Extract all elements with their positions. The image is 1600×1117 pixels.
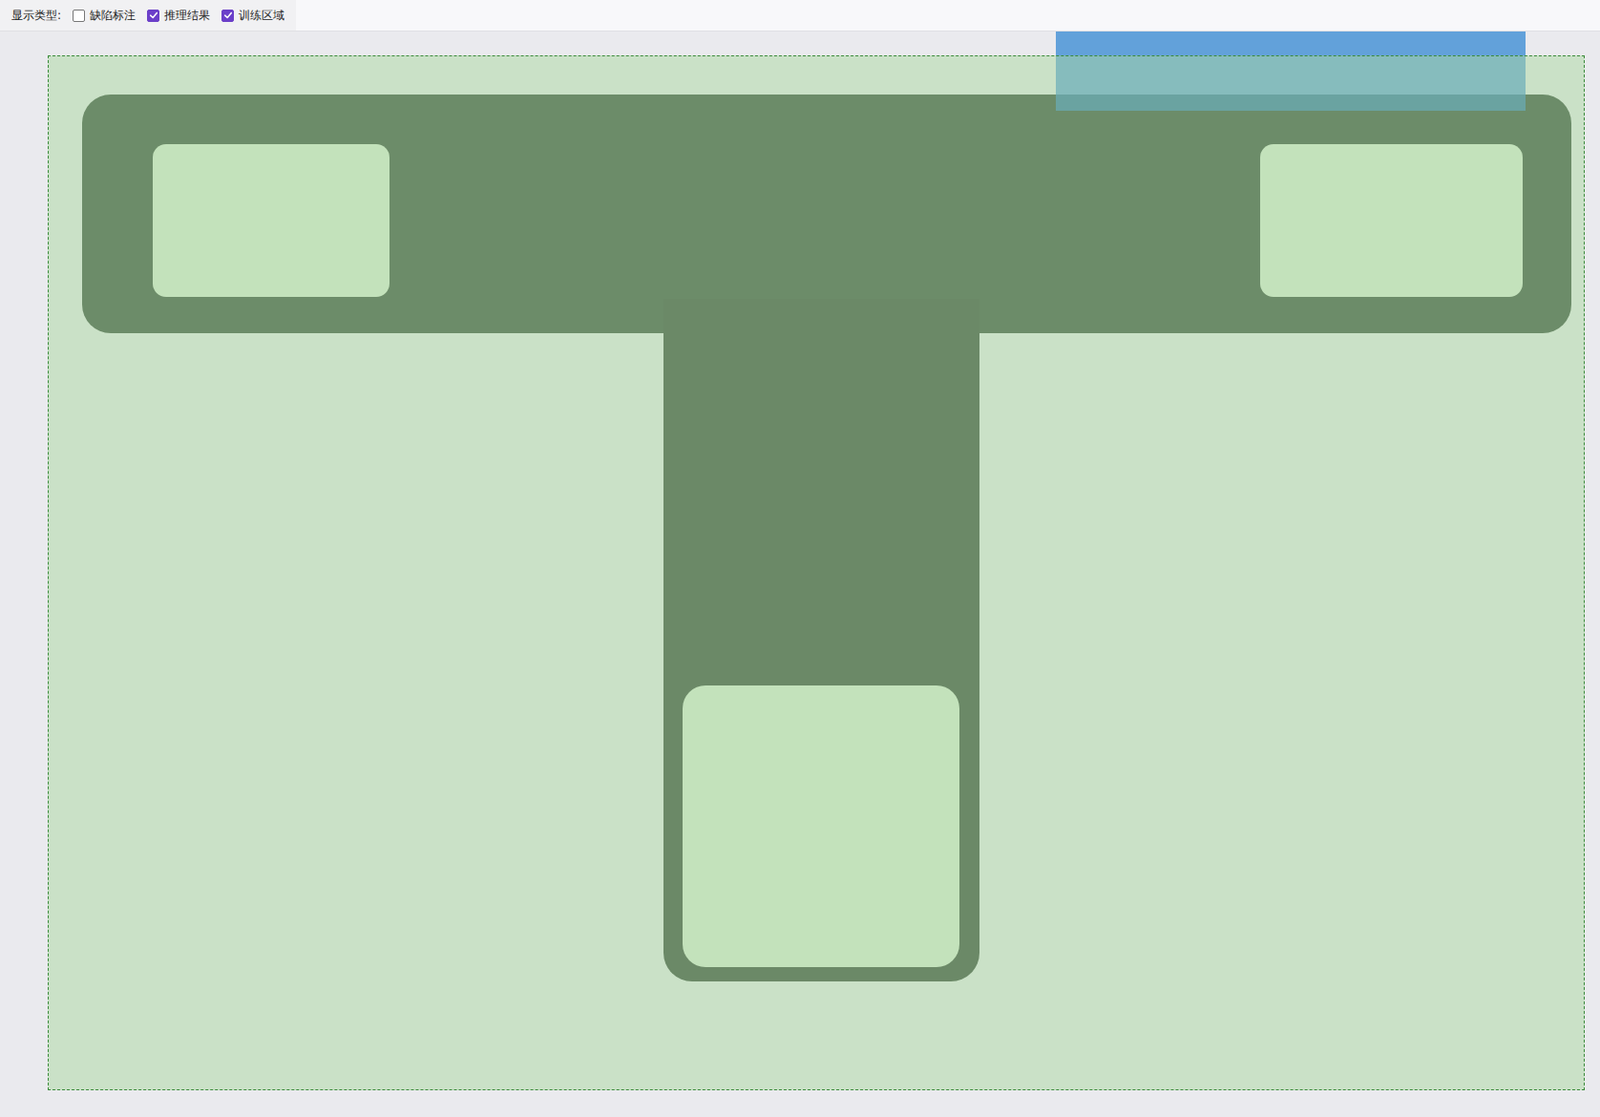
display-type-label: 显示类型: — [11, 7, 62, 24]
display-toolbar: 显示类型: 缺陷标注 推理结果 训练区域 — [0, 0, 1600, 32]
inspection-viewer: 显示类型: 缺陷标注 推理结果 训练区域 — [0, 0, 1600, 1117]
check-icon — [223, 10, 233, 21]
image-canvas[interactable] — [0, 31, 1600, 1117]
option-label: 训练区域 — [238, 7, 285, 24]
display-option[interactable]: 推理结果 — [147, 7, 211, 24]
checkbox[interactable] — [147, 9, 160, 22]
check-icon — [148, 10, 159, 21]
checkbox[interactable] — [72, 9, 85, 22]
display-option[interactable]: 训练区域 — [221, 7, 285, 24]
option-label: 推理结果 — [164, 7, 211, 24]
checkbox[interactable] — [221, 9, 234, 22]
training-region[interactable] — [47, 55, 1585, 1091]
display-option[interactable]: 缺陷标注 — [72, 7, 136, 24]
option-label: 缺陷标注 — [89, 7, 136, 24]
